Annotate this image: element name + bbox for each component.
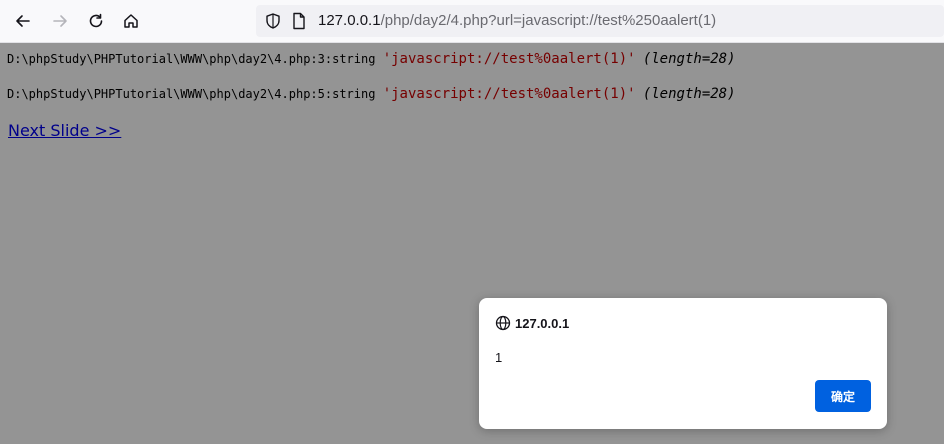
page-icon[interactable] — [291, 12, 307, 30]
back-icon — [16, 15, 30, 27]
forward-button[interactable] — [46, 7, 74, 35]
url-text[interactable]: 127.0.0.1/php/day2/4.php?url=javascript:… — [318, 12, 716, 30]
dialog-message: 1 — [495, 350, 503, 365]
reload-button[interactable] — [82, 7, 110, 35]
address-bar[interactable]: 127.0.0.1/php/day2/4.php?url=javascript:… — [256, 5, 944, 37]
shield-icon[interactable] — [264, 12, 282, 30]
globe-icon — [495, 315, 511, 331]
alert-dialog: 127.0.0.1 1 确定 — [479, 298, 887, 429]
url-host: 127.0.0.1 — [318, 12, 381, 29]
ok-button[interactable]: 确定 — [815, 380, 871, 412]
reload-icon — [89, 13, 103, 28]
forward-icon — [53, 15, 67, 27]
browser-toolbar: 127.0.0.1/php/day2/4.php?url=javascript:… — [0, 0, 944, 43]
url-path: /php/day2/4.php?url=javascript://test%25… — [380, 12, 717, 29]
dialog-origin: 127.0.0.1 — [515, 316, 570, 331]
home-button[interactable] — [117, 7, 145, 35]
back-button[interactable] — [9, 7, 37, 35]
home-icon — [124, 14, 138, 28]
